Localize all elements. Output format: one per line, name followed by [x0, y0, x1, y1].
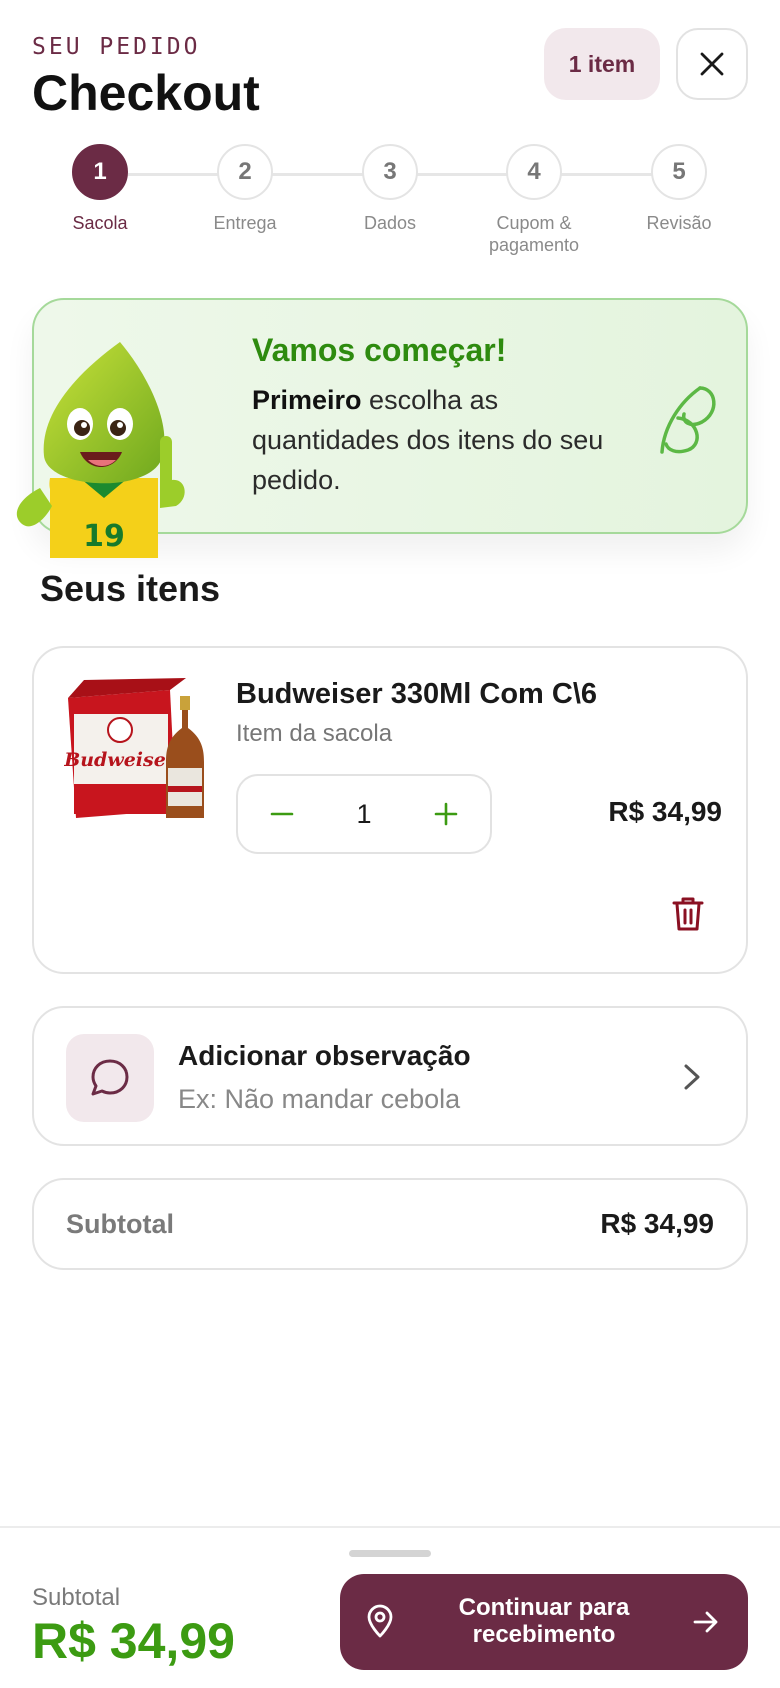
step-label: Entrega [213, 213, 277, 233]
subtotal-label: Subtotal [66, 1208, 174, 1239]
observation-placeholder: Ex: Não mandar cebola [178, 1084, 461, 1114]
step-label: Revisão [646, 213, 712, 233]
chat-bubble-icon [91, 1059, 129, 1096]
checkout-stepper: 1 Sacola 2 Entrega 3 Dados 4 Cupom & pag… [0, 144, 780, 264]
observation-title: Adicionar observação [178, 1040, 471, 1071]
item-price: R$ 34,99 [608, 796, 722, 827]
quantity-stepper: 1 [236, 774, 492, 854]
close-icon [700, 52, 724, 76]
remove-item-button[interactable] [672, 896, 704, 932]
subtotal-value: R$ 34,99 [600, 1208, 714, 1239]
step-dados[interactable]: 3 Dados [325, 144, 455, 234]
product-brand-text: Budweiser [64, 749, 178, 771]
sheet-grabber[interactable] [349, 1550, 431, 1557]
mascot-illustration: 19 [16, 342, 185, 558]
product-image: Budweiser [64, 678, 204, 818]
step-label: Cupom & pagamento [488, 213, 580, 255]
step-entrega[interactable]: 2 Entrega [180, 144, 310, 234]
leaf-icon [660, 386, 716, 454]
step-sacola[interactable]: 1 Sacola [35, 144, 165, 234]
observation-icon-box [66, 1034, 154, 1122]
item-name: Budweiser 330Ml Com C\6 [236, 678, 597, 710]
banner-title: Vamos começar! [252, 332, 507, 368]
banner-text: Primeiro escolha as quantidades dos iten… [252, 380, 612, 500]
subtotal-card: Subtotal R$ 34,99 [32, 1178, 748, 1270]
step-label: Dados [363, 213, 417, 233]
add-observation-card[interactable]: Adicionar observação Ex: Não mandar cebo… [32, 1006, 748, 1146]
step-number: 2 [217, 144, 273, 200]
item-subtitle: Item da sacola [236, 720, 393, 747]
continue-button[interactable]: Continuar para recebimento [340, 1574, 748, 1670]
chevron-right-icon [684, 1064, 700, 1090]
checkout-footer: Subtotal R$ 34,99 Continuar para recebim… [0, 1526, 780, 1688]
page-eyebrow: SEU PEDIDO [32, 34, 201, 60]
arrow-right-icon [693, 1611, 718, 1633]
footer-subtotal-label: Subtotal [32, 1584, 121, 1611]
minus-icon [270, 812, 294, 816]
decrease-quantity-button[interactable] [268, 800, 296, 828]
page-title: Checkout [32, 65, 260, 121]
step-number: 5 [651, 144, 707, 200]
increase-quantity-button[interactable] [432, 800, 460, 828]
checkout-header: SEU PEDIDO Checkout 1 item [0, 0, 780, 140]
step-revisao[interactable]: 5 Revisão [614, 144, 744, 234]
item-count-badge: 1 item [544, 28, 660, 100]
close-button[interactable] [676, 28, 748, 100]
cart-item-card: Budweiser Budweiser 330Ml Com C\6 Item d… [32, 646, 748, 974]
step-number: 3 [362, 144, 418, 200]
step-cupom-pagamento[interactable]: 4 Cupom & pagamento [469, 144, 599, 256]
step-label: Sacola [72, 213, 128, 233]
footer-total: R$ 34,99 [32, 1613, 235, 1669]
items-section-title: Seus itens [40, 568, 221, 609]
banner-text-bold: Primeiro [252, 385, 362, 415]
mascot-jersey-number: 19 [83, 519, 125, 554]
continue-button-label: Continuar para recebimento [458, 1594, 630, 1648]
trash-icon [672, 897, 704, 931]
quantity-value: 1 [356, 798, 372, 829]
location-pin-icon [367, 1604, 393, 1638]
step-number: 1 [72, 144, 128, 200]
plus-icon [434, 802, 458, 826]
step-number: 4 [506, 144, 562, 200]
